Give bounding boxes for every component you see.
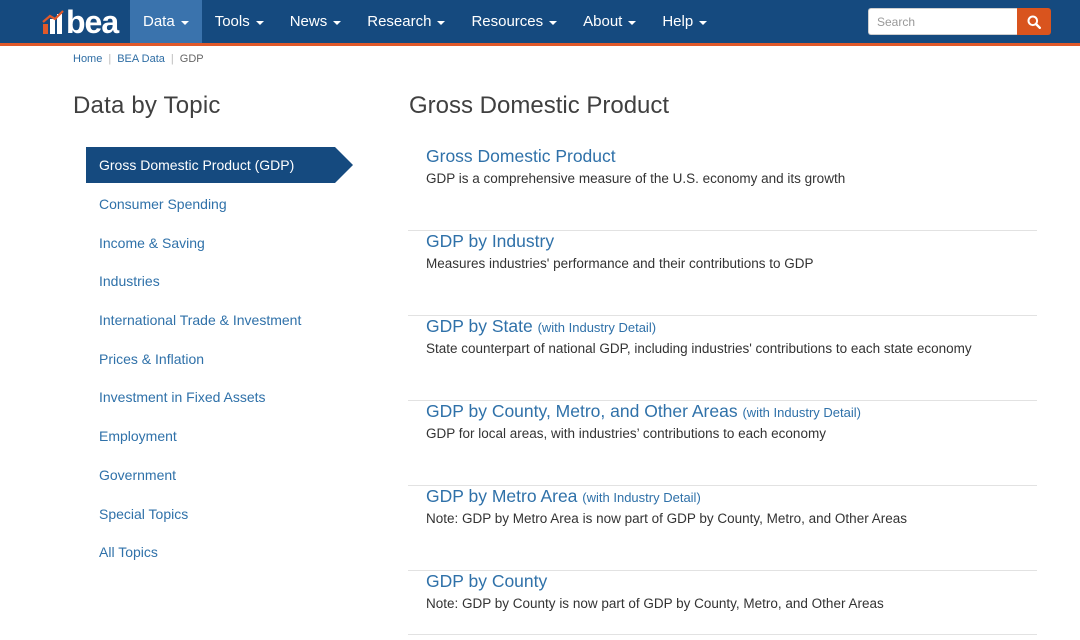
topic-card: Gross Domestic Product GDP is a comprehe… xyxy=(408,146,1037,231)
sidebar-item-fixed-assets[interactable]: Investment in Fixed Assets xyxy=(99,378,301,417)
topic-description: GDP for local areas, with industries’ co… xyxy=(426,426,826,441)
sidebar-item-label: Gross Domestic Product (GDP) xyxy=(99,157,295,173)
topic-detail-note: (with Industry Detail) xyxy=(582,490,701,505)
sidebar-item-prices-inflation[interactable]: Prices & Inflation xyxy=(99,340,301,379)
caret-down-icon xyxy=(549,20,558,25)
topic-detail-note: (with Industry Detail) xyxy=(742,405,861,420)
topic-card: GDP by Metro Area (with Industry Detail)… xyxy=(408,486,1037,571)
topic-card: GDP by County Note: GDP by County is now… xyxy=(408,571,1037,635)
topic-description: Note: GDP by Metro Area is now part of G… xyxy=(426,511,907,526)
nav-resources[interactable]: Resources xyxy=(458,0,570,43)
topic-link[interactable]: GDP by County, Metro, and Other Areas (w… xyxy=(426,401,861,422)
breadcrumb-current: GDP xyxy=(179,53,204,65)
sidebar-item-consumer-spending[interactable]: Consumer Spending xyxy=(99,185,301,224)
topic-card: GDP by County, Metro, and Other Areas (w… xyxy=(408,401,1037,486)
topic-description: Measures industries' performance and the… xyxy=(426,256,814,271)
sidebar-title: Data by Topic xyxy=(73,92,221,119)
sidebar-item-government[interactable]: Government xyxy=(99,456,301,495)
nav-news[interactable]: News xyxy=(277,0,355,43)
topic-card: GDP by Industry Measures industries' per… xyxy=(408,231,1037,316)
sidebar-topic-list: Consumer Spending Income & Saving Indust… xyxy=(99,185,301,572)
nav-label: Research xyxy=(367,13,432,30)
search-box xyxy=(868,8,1051,35)
topic-link[interactable]: GDP by County xyxy=(426,571,547,592)
topic-title: GDP by Industry xyxy=(426,231,555,251)
logo-text: bea xyxy=(66,4,119,40)
nav-research[interactable]: Research xyxy=(354,0,458,43)
breadcrumb-separator: | xyxy=(170,53,174,65)
bar-chart-logo-icon xyxy=(42,10,64,34)
nav-label: Help xyxy=(662,13,694,30)
topic-title: GDP by County, Metro, and Other Areas xyxy=(426,401,738,421)
nav-label: About xyxy=(583,13,623,30)
caret-down-icon xyxy=(437,20,446,25)
sidebar-item-industries[interactable]: Industries xyxy=(99,262,301,301)
breadcrumb: Home | BEA Data | GDP xyxy=(73,53,204,65)
caret-down-icon xyxy=(180,20,189,25)
caret-down-icon xyxy=(628,20,637,25)
caret-down-icon xyxy=(255,20,264,25)
nav-label: News xyxy=(289,13,328,30)
caret-down-icon xyxy=(333,20,342,25)
sidebar-item-employment[interactable]: Employment xyxy=(99,417,301,456)
search-button[interactable] xyxy=(1017,8,1051,35)
topic-card: GDP by State (with Industry Detail) Stat… xyxy=(408,316,1037,401)
topic-title: GDP by Metro Area xyxy=(426,486,578,506)
sidebar-item-international-trade[interactable]: International Trade & Investment xyxy=(99,301,301,340)
search-icon xyxy=(1027,15,1041,29)
breadcrumb-bea-data[interactable]: BEA Data xyxy=(117,53,165,65)
page-title: Gross Domestic Product xyxy=(409,92,670,119)
main-nav-menu: Data Tools News Research Resources About… xyxy=(130,0,720,43)
bea-logo[interactable]: bea xyxy=(42,4,119,40)
nav-accent-line xyxy=(0,43,1080,46)
topic-link[interactable]: GDP by State (with Industry Detail) xyxy=(426,316,656,337)
breadcrumb-separator: | xyxy=(108,53,112,65)
topic-title: GDP by County xyxy=(426,571,548,591)
sidebar-item-income-saving[interactable]: Income & Saving xyxy=(99,224,301,263)
nav-label: Resources xyxy=(471,13,544,30)
nav-label: Data xyxy=(143,13,175,30)
sidebar-item-special-topics[interactable]: Special Topics xyxy=(99,495,301,534)
nav-tools[interactable]: Tools xyxy=(202,0,277,43)
topic-link[interactable]: GDP by Metro Area (with Industry Detail) xyxy=(426,486,701,507)
nav-about[interactable]: About xyxy=(570,0,649,43)
topic-link[interactable]: Gross Domestic Product xyxy=(426,146,616,167)
top-navbar: bea Data Tools News Research Resources A… xyxy=(0,0,1080,43)
sidebar-item-gdp-active[interactable]: Gross Domestic Product (GDP) xyxy=(86,147,354,183)
topic-title: GDP by State xyxy=(426,316,533,336)
sidebar-item-all-topics[interactable]: All Topics xyxy=(99,533,301,572)
breadcrumb-home[interactable]: Home xyxy=(73,53,102,65)
topic-description: GDP is a comprehensive measure of the U.… xyxy=(426,171,846,186)
caret-down-icon xyxy=(699,20,708,25)
nav-label: Tools xyxy=(214,13,250,30)
topic-link[interactable]: GDP by Industry xyxy=(426,231,554,252)
search-input[interactable] xyxy=(868,8,1017,35)
nav-data[interactable]: Data xyxy=(130,0,202,43)
topic-description: Note: GDP by County is now part of GDP b… xyxy=(426,596,884,611)
topic-title: Gross Domestic Product xyxy=(426,146,616,166)
topic-detail-note: (with Industry Detail) xyxy=(537,320,657,335)
topic-description: State counterpart of national GDP, inclu… xyxy=(426,341,972,356)
nav-help[interactable]: Help xyxy=(649,0,720,43)
